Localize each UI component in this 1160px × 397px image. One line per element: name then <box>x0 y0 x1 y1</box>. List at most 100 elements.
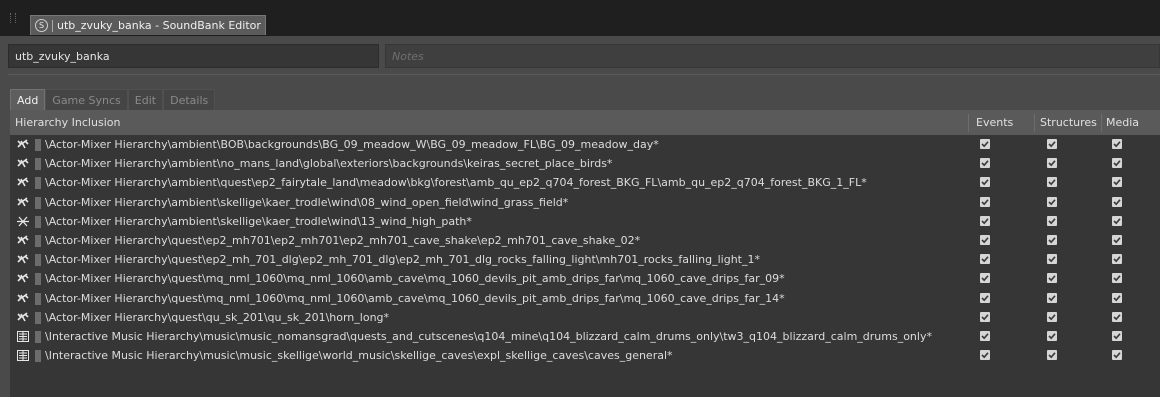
random-container-icon <box>17 177 29 188</box>
events-checkbox[interactable] <box>980 234 990 245</box>
table-row[interactable]: \Actor-Mixer Hierarchy\quest\mq_nml_1060… <box>10 289 1160 308</box>
structures-checkbox[interactable] <box>1047 215 1057 226</box>
events-checkbox[interactable] <box>980 254 990 265</box>
column-header-media[interactable]: Media <box>1106 111 1139 135</box>
column-divider[interactable] <box>1034 114 1035 132</box>
random-container-icon <box>17 292 29 304</box>
hierarchy-path: \Actor-Mixer Hierarchy\ambient\skellige\… <box>45 214 472 228</box>
tab-game-syncs[interactable]: Game Syncs <box>45 89 128 110</box>
random-container-icon <box>17 139 29 150</box>
structures-checkbox[interactable] <box>1047 330 1057 341</box>
table-row[interactable]: \Actor-Mixer Hierarchy\ambient\skellige\… <box>10 212 1160 231</box>
soundbank-name-field[interactable]: utb_zvuky_banka <box>8 44 379 68</box>
row-color-swatch <box>35 273 41 286</box>
column-divider[interactable] <box>1101 114 1102 132</box>
random-container-icon <box>17 254 29 265</box>
column-divider[interactable] <box>968 114 969 132</box>
media-checkbox[interactable] <box>1112 158 1122 169</box>
tab-edit[interactable]: Edit <box>127 89 164 110</box>
events-checkbox[interactable] <box>980 158 990 169</box>
editor-tabs: Add Game Syncs Edit Details <box>10 89 216 110</box>
hierarchy-path: \Actor-Mixer Hierarchy\quest\mq_nml_1060… <box>45 272 785 286</box>
row-color-swatch <box>35 139 41 151</box>
media-checkbox[interactable] <box>1112 292 1122 303</box>
events-checkbox[interactable] <box>980 177 990 188</box>
structures-checkbox[interactable] <box>1047 158 1057 169</box>
media-checkbox[interactable] <box>1112 273 1122 284</box>
row-color-swatch <box>35 254 41 267</box>
hierarchy-path: \Actor-Mixer Hierarchy\ambient\no_mans_l… <box>45 157 613 171</box>
media-checkbox[interactable] <box>1112 196 1122 207</box>
events-checkbox[interactable] <box>980 196 990 207</box>
structures-checkbox[interactable] <box>1047 139 1057 149</box>
music-playlist-icon <box>17 350 29 362</box>
hierarchy-inclusion-table: Hierarchy Inclusion Events Structures Me… <box>10 110 1160 397</box>
random-container-icon <box>17 158 29 169</box>
row-color-swatch <box>35 215 41 228</box>
events-checkbox[interactable] <box>980 215 990 226</box>
table-row[interactable]: \Interactive Music Hierarchy\music\music… <box>10 327 1160 346</box>
table-row[interactable]: \Interactive Music Hierarchy\music\music… <box>10 346 1160 365</box>
table-row[interactable]: \Actor-Mixer Hierarchy\quest\qu_sk_201\q… <box>10 308 1160 327</box>
structures-checkbox[interactable] <box>1047 292 1057 303</box>
music-playlist-icon <box>17 330 29 342</box>
document-tab-title: utb_zvuky_banka - SoundBank Editor <box>57 19 261 32</box>
media-checkbox[interactable] <box>1112 311 1122 322</box>
hierarchy-path: \Actor-Mixer Hierarchy\ambient\skellige\… <box>45 195 569 209</box>
hierarchy-path: \Interactive Music Hierarchy\music\music… <box>45 329 932 343</box>
blend-container-icon <box>17 216 29 227</box>
row-color-swatch <box>35 311 41 324</box>
media-checkbox[interactable] <box>1112 139 1122 149</box>
hierarchy-path: \Actor-Mixer Hierarchy\quest\qu_sk_201\q… <box>45 310 390 324</box>
row-color-swatch <box>35 234 41 247</box>
events-checkbox[interactable] <box>980 139 990 149</box>
row-color-swatch <box>35 330 41 343</box>
events-checkbox[interactable] <box>980 350 990 361</box>
tab-add[interactable]: Add <box>10 89 46 110</box>
random-container-icon <box>17 273 29 284</box>
media-checkbox[interactable] <box>1112 330 1122 341</box>
media-checkbox[interactable] <box>1112 177 1122 188</box>
hierarchy-path: \Actor-Mixer Hierarchy\quest\ep2_mh_701_… <box>45 253 760 267</box>
structures-checkbox[interactable] <box>1047 254 1057 265</box>
column-header-events[interactable]: Events <box>976 111 1013 135</box>
events-checkbox[interactable] <box>980 311 990 322</box>
divider <box>8 74 1160 75</box>
structures-checkbox[interactable] <box>1047 273 1057 284</box>
tab-details[interactable]: Details <box>163 89 216 110</box>
structures-checkbox[interactable] <box>1047 311 1057 322</box>
table-row[interactable]: \Actor-Mixer Hierarchy\ambient\skellige\… <box>10 193 1160 212</box>
structures-checkbox[interactable] <box>1047 196 1057 207</box>
media-checkbox[interactable] <box>1112 215 1122 226</box>
row-color-swatch <box>35 196 41 209</box>
table-row[interactable]: \Actor-Mixer Hierarchy\quest\mq_nml_1060… <box>10 269 1160 288</box>
document-titlebar: S utb_zvuky_banka - SoundBank Editor <box>0 0 1160 36</box>
row-color-swatch <box>35 158 41 171</box>
random-container-icon <box>17 235 29 246</box>
table-header: Hierarchy Inclusion Events Structures Me… <box>10 111 1160 135</box>
events-checkbox[interactable] <box>980 273 990 284</box>
row-color-swatch <box>35 177 41 190</box>
tab-separator <box>52 19 53 32</box>
structures-checkbox[interactable] <box>1047 177 1057 188</box>
events-checkbox[interactable] <box>980 330 990 341</box>
structures-checkbox[interactable] <box>1047 234 1057 245</box>
table-row[interactable]: \Actor-Mixer Hierarchy\ambient\BOB\backg… <box>10 135 1160 154</box>
notes-field[interactable] <box>385 44 1160 68</box>
column-header-hierarchy[interactable]: Hierarchy Inclusion <box>15 111 120 135</box>
table-row[interactable]: \Actor-Mixer Hierarchy\ambient\no_mans_l… <box>10 154 1160 173</box>
media-checkbox[interactable] <box>1112 350 1122 361</box>
table-row[interactable]: \Actor-Mixer Hierarchy\quest\ep2_mh701\e… <box>10 231 1160 250</box>
table-row[interactable]: \Actor-Mixer Hierarchy\ambient\quest\ep2… <box>10 173 1160 192</box>
document-tab[interactable]: S utb_zvuky_banka - SoundBank Editor <box>30 15 266 35</box>
media-checkbox[interactable] <box>1112 254 1122 265</box>
media-checkbox[interactable] <box>1112 234 1122 245</box>
table-row[interactable]: \Actor-Mixer Hierarchy\quest\ep2_mh_701_… <box>10 250 1160 269</box>
drag-grip-icon[interactable] <box>10 13 16 23</box>
structures-checkbox[interactable] <box>1047 350 1057 361</box>
row-color-swatch <box>35 292 41 305</box>
column-header-structures[interactable]: Structures <box>1040 111 1097 135</box>
row-color-swatch <box>35 350 41 363</box>
hierarchy-path: \Actor-Mixer Hierarchy\quest\ep2_mh701\e… <box>45 233 641 247</box>
events-checkbox[interactable] <box>980 292 990 303</box>
